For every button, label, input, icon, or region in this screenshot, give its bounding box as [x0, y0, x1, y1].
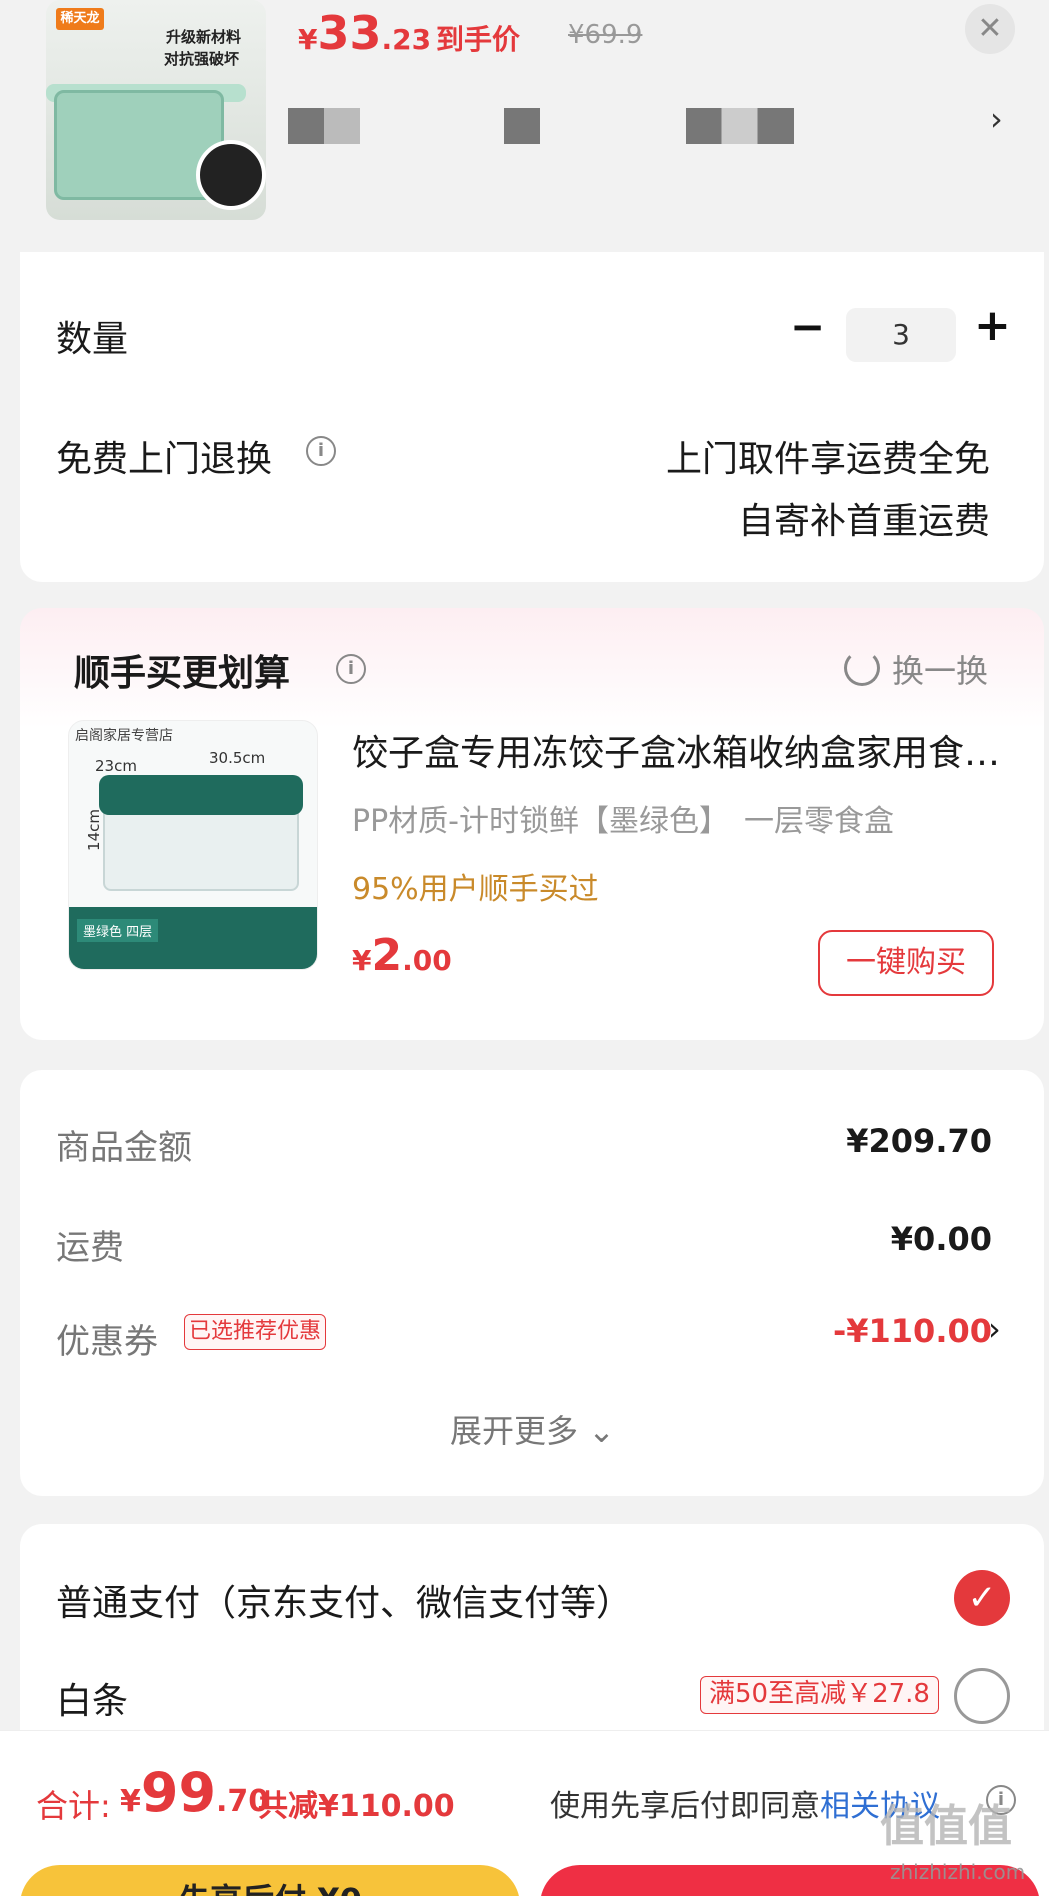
blurred-spec — [686, 108, 794, 144]
total-label: 合计: — [36, 1787, 111, 1825]
image-lid — [99, 775, 303, 815]
image-dimension: 23cm — [95, 757, 137, 775]
watermark-url: zhizhizhi.com — [890, 1860, 1026, 1884]
total-saved: 共减¥110.00 — [258, 1789, 455, 1824]
chevron-right-icon[interactable]: › — [988, 1310, 1001, 1348]
quantity-input[interactable]: 3 — [846, 308, 956, 362]
pay-later-button[interactable]: 先享后付 ¥0 — [20, 1865, 520, 1896]
swap-button[interactable]: 换一换 — [892, 646, 988, 692]
info-icon[interactable]: i — [306, 436, 336, 466]
currency-symbol: ¥ — [298, 23, 318, 56]
info-icon[interactable]: i — [336, 654, 366, 684]
price-integer: 2 — [371, 930, 403, 981]
recommendation-title: 顺手买更划算 — [74, 653, 291, 694]
price-decimal: .00 — [402, 944, 452, 977]
shipping-label: 运费 — [56, 1228, 124, 1268]
goods-amount-label: 商品金额 — [56, 1128, 192, 1168]
spec-selector-blurred[interactable] — [288, 108, 1008, 144]
quantity-minus-button[interactable]: − — [790, 302, 825, 351]
expand-more-button[interactable]: 展开更多 ⌄ — [450, 1406, 615, 1452]
return-service-label: 免费上门退换 — [56, 439, 273, 480]
baitiao-promo-badge: 满50至高减￥27.8 — [700, 1676, 939, 1714]
chevron-right-icon[interactable]: › — [990, 100, 1003, 138]
watermark-logo: 值值值 — [880, 1801, 1012, 1852]
price-decimal: .23 — [381, 23, 432, 56]
product-tag: 对抗强破坏 — [164, 50, 240, 68]
blurred-spec — [504, 108, 540, 144]
one-click-buy-button[interactable]: 一键购买 — [818, 930, 994, 996]
recommended-price: ¥2.00 — [352, 930, 452, 981]
recommended-product-image[interactable]: 启阁家居专营店 23cm 30.5cm 14cm 墨绿色 四层 — [68, 720, 318, 970]
radio-unchecked[interactable] — [954, 1668, 1010, 1724]
order-summary-card: 商品金额 ¥209.70 运费 ¥0.00 优惠券 已选推荐优惠 -¥110.0… — [20, 1070, 1044, 1496]
recommended-product-name[interactable]: 饺子盒专用冻饺子盒冰箱收纳盒家用食品级保鲜盒 — [352, 724, 1012, 776]
social-proof: 95%用户顺手买过 — [352, 872, 599, 907]
goods-amount-value: ¥209.70 — [846, 1122, 992, 1160]
thumb-badge — [196, 140, 266, 210]
product-thumbnail: 稀天龙 升级新材料 对抗强破坏 — [46, 0, 266, 220]
final-price-label: 到手价 — [436, 23, 521, 56]
payment-option-normal[interactable]: 普通支付（京东支付、微信支付等） — [56, 1574, 632, 1626]
refresh-icon[interactable] — [844, 650, 880, 686]
coupon-badge: 已选推荐优惠 — [184, 1314, 327, 1350]
product-header: 稀天龙 升级新材料 对抗强破坏 ¥33.23 到手价 ¥69.9 ✕ › — [0, 0, 1049, 250]
final-price: ¥33.23 — [298, 6, 431, 60]
agreement-prefix: 使用先享后付即同意 — [550, 1789, 820, 1824]
return-service-note: 上门取件享运费全免 — [665, 439, 990, 480]
image-badge: 墨绿色 四层 — [77, 919, 159, 942]
currency-symbol: ¥ — [352, 944, 372, 977]
coupon-label: 优惠券 — [56, 1322, 158, 1362]
return-service-note: 自寄补首重运费 — [737, 501, 990, 542]
quantity-label: 数量 — [56, 319, 129, 360]
product-tag: 升级新材料 — [166, 28, 242, 46]
coupon-value[interactable]: -¥110.00 — [833, 1312, 992, 1350]
blurred-spec — [288, 108, 360, 144]
recommendation-card: 顺手买更划算 i 换一换 启阁家居专营店 23cm 30.5cm 14cm 墨绿… — [20, 608, 1044, 1040]
price-integer: 99 — [140, 1761, 217, 1824]
total-price: ¥99.70 — [120, 1761, 269, 1824]
quantity-card: 数量 − 3 + 免费上门退换 i 上门取件享运费全免 自寄补首重运费 — [20, 252, 1044, 582]
price-integer: 33 — [317, 6, 382, 60]
close-icon[interactable]: ✕ — [965, 4, 1015, 54]
shipping-value: ¥0.00 — [890, 1220, 992, 1258]
original-price: ¥69.9 — [568, 20, 643, 50]
image-shop-name: 启阁家居专营店 — [75, 728, 173, 744]
quantity-plus-button[interactable]: + — [974, 300, 1011, 351]
brand-logo: 稀天龙 — [56, 8, 104, 30]
image-dimension: 30.5cm — [209, 749, 266, 767]
image-dimension: 14cm — [84, 809, 103, 851]
currency-symbol: ¥ — [120, 1784, 141, 1819]
checkmark-icon[interactable]: ✓ — [954, 1570, 1010, 1626]
payment-option-baitiao[interactable]: 白条 — [56, 1672, 128, 1724]
recommended-product-spec[interactable]: PP材质-计时锁鲜【墨绿色】 一层零食盒 — [352, 796, 952, 840]
